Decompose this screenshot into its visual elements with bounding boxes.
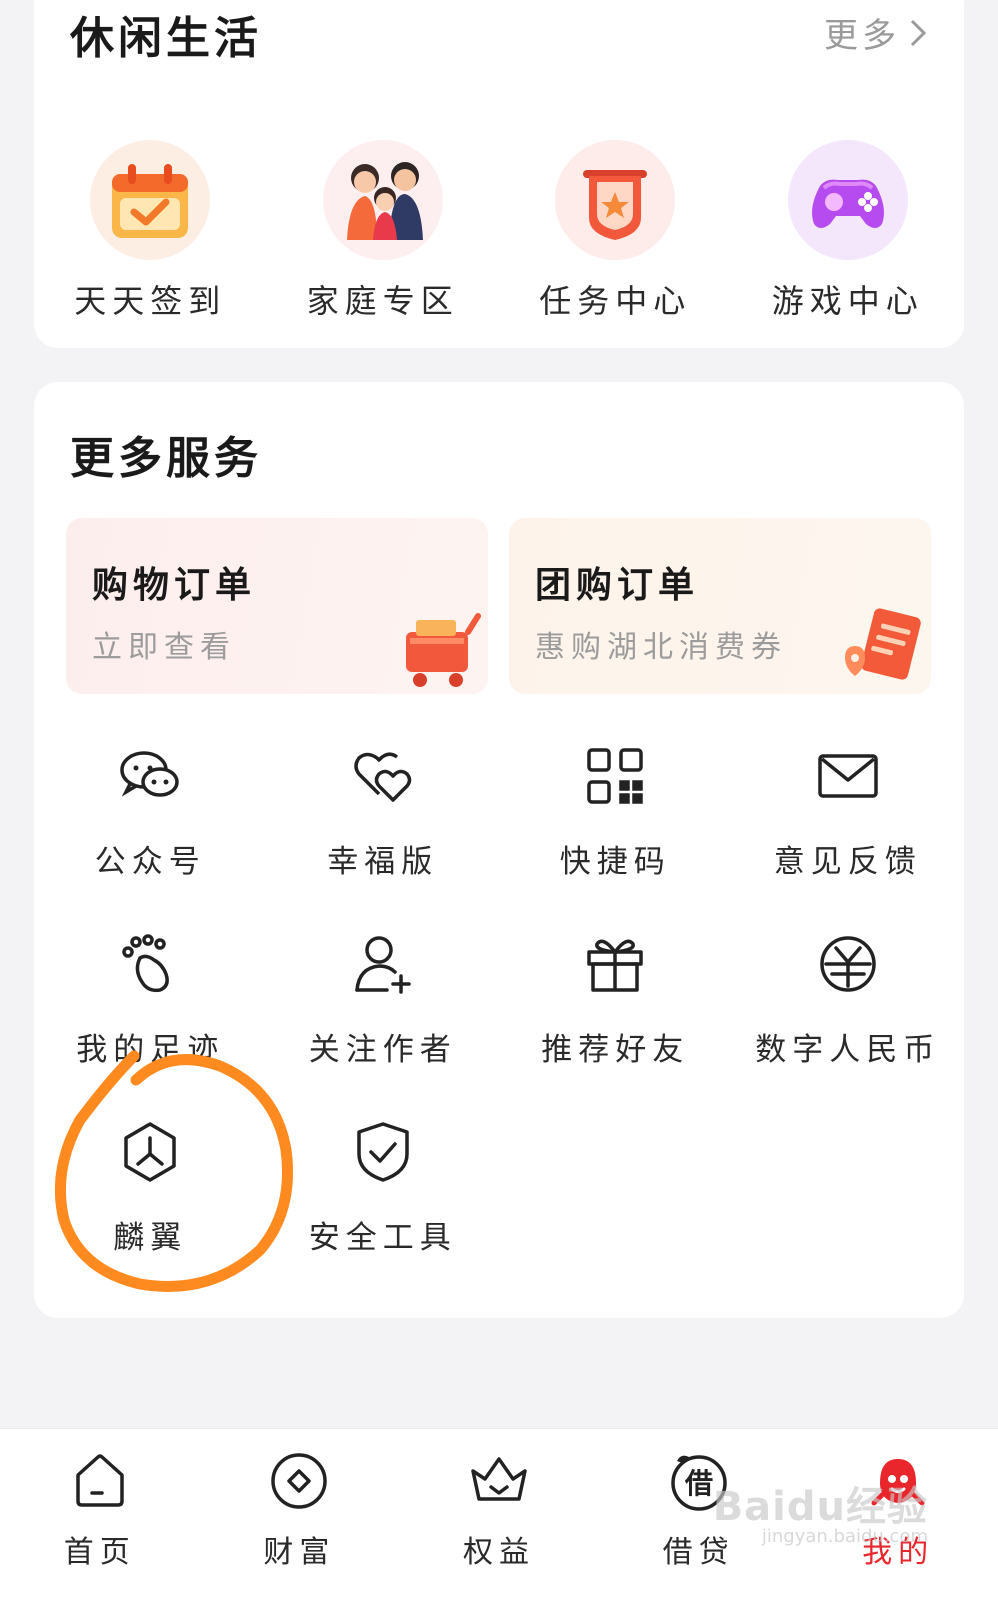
follow-user-icon bbox=[355, 936, 411, 994]
leisure-item-tasks[interactable]: 任务中心 bbox=[499, 140, 732, 322]
gift-icon bbox=[587, 939, 643, 992]
tab-label: 财富 bbox=[263, 1535, 336, 1570]
service-label: 快捷码 bbox=[559, 844, 671, 880]
tab-benefits[interactable]: 权益 bbox=[399, 1429, 599, 1600]
tab-label: 借贷 bbox=[662, 1535, 735, 1570]
footprint-icon bbox=[122, 934, 170, 993]
shield-check-icon bbox=[357, 1122, 409, 1182]
leisure-card: 休闲生活 更多 天天签到 家庭专区 任务中心 游戏中心 bbox=[34, 0, 964, 348]
mail-icon bbox=[818, 754, 878, 798]
shopping-orders-title: 购物订单 bbox=[92, 565, 257, 606]
qr-code-icon bbox=[587, 748, 643, 804]
leisure-label: 家庭专区 bbox=[306, 282, 459, 320]
service-label: 麟翼 bbox=[113, 1220, 188, 1256]
gamepad-icon bbox=[787, 140, 908, 260]
task-banner-icon bbox=[555, 140, 676, 260]
more-label: 更多 bbox=[824, 16, 900, 56]
shopping-cart-icon bbox=[406, 613, 481, 687]
leisure-item-family[interactable]: 家庭专区 bbox=[267, 140, 500, 322]
service-label: 公众号 bbox=[94, 844, 206, 880]
service-official-account[interactable]: 公众号 bbox=[34, 738, 267, 926]
service-linyi[interactable]: 麟翼 bbox=[34, 1114, 267, 1302]
tab-home[interactable]: 首页 bbox=[0, 1429, 200, 1600]
service-happy-edition[interactable]: 幸福版 bbox=[267, 738, 500, 926]
service-label: 关注作者 bbox=[308, 1032, 457, 1068]
group-orders-tile[interactable]: 团购订单 惠购湖北消费券 bbox=[509, 518, 931, 694]
leisure-row: 天天签到 家庭专区 任务中心 游戏中心 bbox=[34, 140, 964, 322]
services-title: 更多服务 bbox=[70, 433, 262, 484]
service-label: 推荐好友 bbox=[541, 1032, 690, 1068]
service-follow-author[interactable]: 关注作者 bbox=[267, 926, 500, 1114]
wealth-icon bbox=[271, 1453, 328, 1509]
service-feedback[interactable]: 意见反馈 bbox=[732, 738, 965, 926]
service-recommend-friend[interactable]: 推荐好友 bbox=[499, 926, 732, 1114]
coupon-icon bbox=[845, 608, 921, 680]
crown-icon bbox=[471, 1457, 527, 1501]
leisure-title: 休闲生活 bbox=[70, 13, 262, 64]
loan-icon-glyph: 借 bbox=[684, 1467, 713, 1500]
hexagon-wing-icon bbox=[124, 1122, 176, 1182]
more-link[interactable]: 更多 bbox=[824, 8, 930, 57]
service-label: 安全工具 bbox=[308, 1220, 457, 1256]
service-footprints[interactable]: 我的足迹 bbox=[34, 926, 267, 1114]
tab-label: 首页 bbox=[63, 1535, 136, 1570]
service-label: 我的足迹 bbox=[76, 1032, 225, 1068]
calendar-check-icon bbox=[90, 140, 211, 260]
leisure-label: 游戏中心 bbox=[771, 282, 924, 320]
leisure-label: 任务中心 bbox=[539, 282, 692, 320]
leisure-item-games[interactable]: 游戏中心 bbox=[732, 140, 965, 322]
chevron-right-icon bbox=[910, 19, 927, 46]
service-quick-code[interactable]: 快捷码 bbox=[499, 738, 732, 926]
hearts-icon bbox=[354, 752, 411, 802]
family-icon bbox=[322, 140, 443, 260]
wechat-icon bbox=[120, 751, 179, 797]
service-label: 幸福版 bbox=[327, 844, 439, 880]
shopping-orders-subtitle: 立即查看 bbox=[92, 630, 236, 665]
leisure-item-checkin[interactable]: 天天签到 bbox=[34, 140, 267, 322]
service-label: 数字人民币 bbox=[755, 1032, 941, 1068]
baidu-watermark: Baidu经验 bbox=[712, 1484, 928, 1530]
tab-label: 权益 bbox=[462, 1535, 535, 1570]
group-orders-subtitle: 惠购湖北消费券 bbox=[535, 630, 787, 665]
services-card: 更多服务 购物订单 立即查看 团购订单 惠购湖北消费券 公众号 幸福版 快捷码 … bbox=[34, 382, 964, 1318]
tab-wealth[interactable]: 财富 bbox=[200, 1429, 400, 1600]
service-label: 意见反馈 bbox=[773, 844, 922, 880]
digital-yuan-icon bbox=[820, 936, 876, 992]
services-grid: 公众号 幸福版 快捷码 意见反馈 我的足迹 关注作者 推荐好友 数字人民币 麟翼… bbox=[34, 738, 964, 1302]
profile-page: 休闲生活 更多 天天签到 家庭专区 任务中心 游戏中心 更多服务 购物订单 立即… bbox=[0, 0, 998, 1600]
service-security-tools[interactable]: 安全工具 bbox=[267, 1114, 500, 1302]
leisure-label: 天天签到 bbox=[74, 282, 227, 320]
baidu-watermark-url: jingyan.baidu.com bbox=[761, 1526, 928, 1547]
group-orders-title: 团购订单 bbox=[535, 565, 700, 606]
shopping-orders-tile[interactable]: 购物订单 立即查看 bbox=[66, 518, 488, 694]
service-digital-rmb[interactable]: 数字人民币 bbox=[732, 926, 965, 1114]
home-icon bbox=[76, 1454, 124, 1507]
